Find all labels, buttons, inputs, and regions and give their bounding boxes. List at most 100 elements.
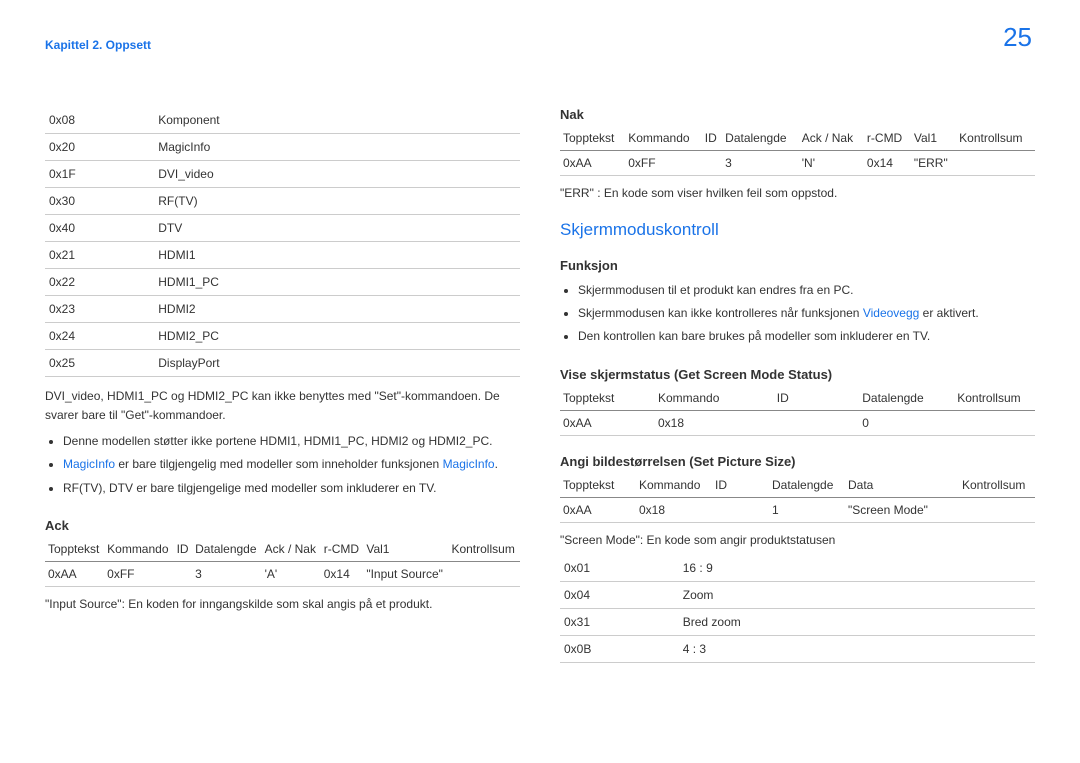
th-data: Data xyxy=(845,473,959,498)
vise-heading: Vise skjermstatus (Get Screen Mode Statu… xyxy=(560,367,1035,382)
screen-mode-codes-table: 0x0116 : 90x04Zoom0x31Bred zoom0x0B4 : 3 xyxy=(560,555,1035,663)
list-item: Skjermmodusen til et produkt kan endres … xyxy=(578,279,1035,302)
input-source-codes-table: 0x08Komponent0x20MagicInfo0x1FDVI_video0… xyxy=(45,107,520,377)
table-row: 0x0116 : 9 xyxy=(560,555,1035,582)
label-cell: Zoom xyxy=(679,581,1035,608)
text: er aktivert. xyxy=(919,306,978,320)
th-datalengde: Datalengde xyxy=(722,126,799,151)
dvi-note-paragraph: DVI_video, HDMI1_PC og HDMI2_PC kan ikke… xyxy=(45,387,520,424)
page-header: Kapittel 2. Oppsett 25 xyxy=(45,38,1035,52)
list-item: Den kontrollen kan bare brukes på modell… xyxy=(578,325,1035,348)
cell xyxy=(702,151,722,176)
list-item: MagicInfo er bare tilgjengelig med model… xyxy=(63,453,520,476)
cell: "Input Source" xyxy=(363,561,448,586)
table-row: 0x23HDMI2 xyxy=(45,296,520,323)
model-notes-list: Denne modellen støtter ikke portene HDMI… xyxy=(45,430,520,500)
th-kommando: Kommando xyxy=(625,126,702,151)
magicinfo-link: MagicInfo xyxy=(63,457,115,471)
table-row: 0x1FDVI_video xyxy=(45,161,520,188)
label-cell: 4 : 3 xyxy=(679,635,1035,662)
table-row: 0x30RF(TV) xyxy=(45,188,520,215)
table-row: 0x22HDMI1_PC xyxy=(45,269,520,296)
cell: 0xAA xyxy=(45,561,104,586)
ack-table: Topptekst Kommando ID Datalengde Ack / N… xyxy=(45,537,520,587)
section-screen-mode-control: Skjermmoduskontroll xyxy=(560,220,1035,240)
cell: 0xAA xyxy=(560,151,625,176)
screen-mode-note: "Screen Mode": En kode som angir produkt… xyxy=(560,531,1035,549)
chapter-title: Kapittel 2. Oppsett xyxy=(45,38,151,52)
code-cell: 0x40 xyxy=(45,215,154,242)
table-row: 0x20MagicInfo xyxy=(45,134,520,161)
cell xyxy=(954,410,1035,435)
cell xyxy=(174,561,193,586)
funksjon-heading: Funksjon xyxy=(560,258,1035,273)
list-item: Denne modellen støtter ikke portene HDMI… xyxy=(63,430,520,453)
th-ack-nak: Ack / Nak xyxy=(799,126,864,151)
magicinfo-link: MagicInfo xyxy=(443,457,495,471)
th-topptekst: Topptekst xyxy=(45,537,104,562)
label-cell: 16 : 9 xyxy=(679,555,1035,582)
code-cell: 0x31 xyxy=(560,608,679,635)
table-row: 0x08Komponent xyxy=(45,107,520,134)
table-row: 0x24HDMI2_PC xyxy=(45,323,520,350)
th-val1: Val1 xyxy=(911,126,956,151)
cell: "Screen Mode" xyxy=(845,497,959,522)
table-row: 0x0B4 : 3 xyxy=(560,635,1035,662)
th-datalengde: Datalengde xyxy=(769,473,845,498)
cell: 0xAA xyxy=(560,497,636,522)
text: er bare tilgjengelig med modeller som in… xyxy=(115,457,443,471)
cell: 0x14 xyxy=(321,561,364,586)
label-cell: DVI_video xyxy=(154,161,520,188)
nak-heading: Nak xyxy=(560,107,1035,122)
list-item: RF(TV), DTV er bare tilgjengelige med mo… xyxy=(63,477,520,500)
label-cell: RF(TV) xyxy=(154,188,520,215)
cell: 'A' xyxy=(262,561,321,586)
code-cell: 0x1F xyxy=(45,161,154,188)
th-rcmd: r-CMD xyxy=(864,126,911,151)
table-row: 0x31Bred zoom xyxy=(560,608,1035,635)
left-column: 0x08Komponent0x20MagicInfo0x1FDVI_video0… xyxy=(45,107,520,663)
label-cell: Bred zoom xyxy=(679,608,1035,635)
get-screen-mode-table: Topptekst Kommando ID Datalengde Kontrol… xyxy=(560,386,1035,436)
code-cell: 0x04 xyxy=(560,581,679,608)
th-kommando: Kommando xyxy=(636,473,712,498)
videovegg-link: Videovegg xyxy=(863,306,920,320)
right-column: Nak Topptekst Kommando ID Datalengde Ack… xyxy=(560,107,1035,663)
cell: "ERR" xyxy=(911,151,956,176)
cell xyxy=(959,497,1035,522)
label-cell: HDMI1_PC xyxy=(154,269,520,296)
table-row: 0x25DisplayPort xyxy=(45,350,520,377)
code-cell: 0x23 xyxy=(45,296,154,323)
ack-heading: Ack xyxy=(45,518,520,533)
cell: 3 xyxy=(722,151,799,176)
page-number: 25 xyxy=(1003,22,1032,53)
code-cell: 0x0B xyxy=(560,635,679,662)
code-cell: 0x24 xyxy=(45,323,154,350)
cell: 1 xyxy=(769,497,845,522)
th-kommando: Kommando xyxy=(655,386,774,411)
cell xyxy=(712,497,769,522)
err-note: "ERR" : En kode som viser hvilken feil s… xyxy=(560,184,1035,202)
cell: 0 xyxy=(859,410,954,435)
code-cell: 0x25 xyxy=(45,350,154,377)
th-id: ID xyxy=(712,473,769,498)
th-datalengde: Datalengde xyxy=(859,386,954,411)
text: . xyxy=(495,457,498,471)
cell xyxy=(956,151,1035,176)
cell: 0xFF xyxy=(104,561,173,586)
label-cell: HDMI2_PC xyxy=(154,323,520,350)
funksjon-list: Skjermmodusen til et produkt kan endres … xyxy=(560,279,1035,349)
th-id: ID xyxy=(774,386,860,411)
th-kontrollsum: Kontrollsum xyxy=(956,126,1035,151)
set-picture-size-table: Topptekst Kommando ID Datalengde Data Ko… xyxy=(560,473,1035,523)
cell: 0x18 xyxy=(655,410,774,435)
cell: 0xAA xyxy=(560,410,655,435)
th-datalengde: Datalengde xyxy=(192,537,261,562)
table-row: 0x40DTV xyxy=(45,215,520,242)
text: Skjermmodusen kan ikke kontrolleres når … xyxy=(578,306,863,320)
cell: 'N' xyxy=(799,151,864,176)
code-cell: 0x20 xyxy=(45,134,154,161)
th-id: ID xyxy=(702,126,722,151)
th-val1: Val1 xyxy=(363,537,448,562)
th-id: ID xyxy=(174,537,193,562)
